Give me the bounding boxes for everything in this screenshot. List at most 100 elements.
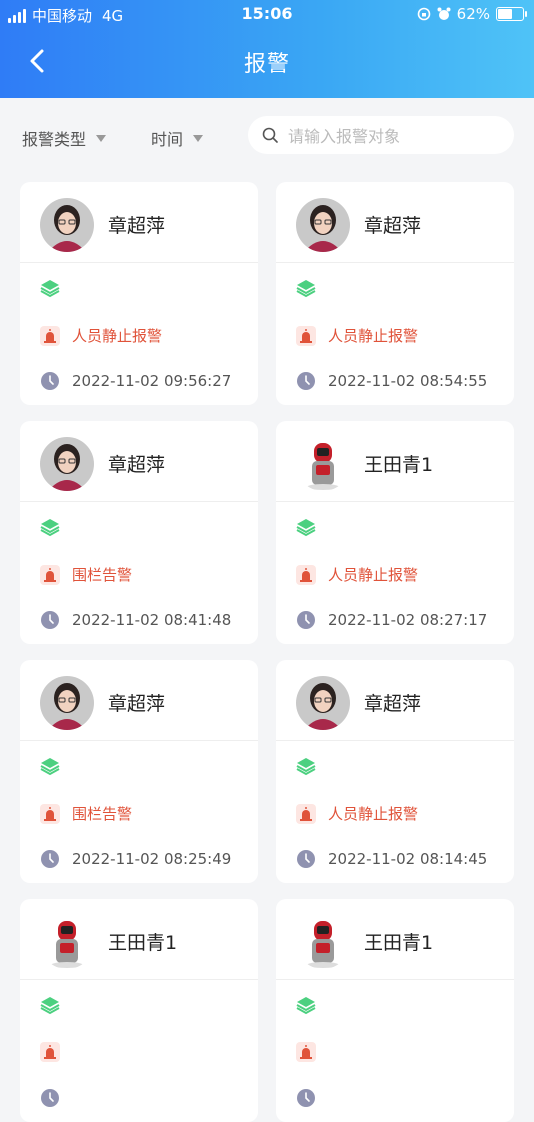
alarm-time: 2022-11-02 08:25:49: [72, 850, 232, 868]
battery-level: [498, 9, 512, 19]
battery-icon: [496, 7, 527, 21]
card-header: 章超萍: [20, 182, 258, 263]
card-header: 王田青1: [276, 899, 514, 980]
time-row: 2022-11-02 08:54:55: [296, 371, 487, 391]
alarm-type-label: 报警类型: [22, 130, 87, 149]
alarm-card[interactable]: 章超萍 围栏告警 2022-11-02 08:41:48: [20, 421, 258, 644]
alarm-siren-icon: [40, 803, 60, 824]
alarm-card[interactable]: 章超萍 人员静止报警 2022-11-02 08:54:55: [276, 182, 514, 405]
alarm-siren-icon: [296, 564, 316, 585]
layer-row: [296, 517, 316, 537]
alarm-card[interactable]: 章超萍 人员静止报警 2022-11-02 08:14:45: [276, 660, 514, 883]
robot-avatar: [296, 915, 350, 969]
header: 中国移动 4G 15:06 62% 报警: [0, 0, 534, 98]
person-name: 章超萍: [364, 215, 422, 237]
alarm-type: 围栏告警: [72, 805, 133, 823]
person-avatar: [296, 676, 350, 730]
card-header: 章超萍: [20, 660, 258, 741]
time-row: 2022-11-02 08:14:45: [296, 849, 487, 869]
alarm-type: 人员静止报警: [328, 566, 419, 584]
clock-icon: [297, 850, 315, 868]
clock-icon: [41, 611, 59, 629]
alarm-card[interactable]: 章超萍 人员静止报警 2022-11-02 09:56:27: [20, 182, 258, 405]
alarm-row: 人员静止报警: [40, 325, 162, 346]
battery-percent: 62%: [456, 5, 490, 23]
alarm-siren-icon: [296, 325, 316, 346]
layers-icon: [40, 997, 60, 1015]
status-right: 62%: [417, 5, 527, 23]
alarm-siren-icon: [296, 803, 316, 824]
robot-avatar: [296, 437, 350, 491]
page-title: 报警: [243, 52, 290, 77]
person-name: 章超萍: [108, 215, 166, 237]
person-name: 王田青1: [364, 454, 434, 476]
alarm-clock-icon: [437, 7, 451, 20]
alarm-row: 人员静止报警: [296, 564, 418, 585]
search-placeholder: 请输入报警对象: [288, 127, 401, 146]
caret-down-icon: [193, 134, 204, 142]
person-name: 章超萍: [108, 454, 166, 476]
clock-icon: [297, 1089, 315, 1107]
card-header: 章超萍: [276, 660, 514, 741]
caret-down-icon: [96, 134, 107, 142]
alarm-siren-icon: [40, 325, 60, 346]
layers-icon: [296, 997, 316, 1015]
time-row: [40, 1088, 72, 1108]
time-row: 2022-11-02 09:56:27: [40, 371, 231, 391]
alarm-row: 人员静止报警: [296, 325, 418, 346]
alarm-card[interactable]: 王田青1: [276, 899, 514, 1122]
clock-icon: [297, 611, 315, 629]
alarm-row: 围栏告警: [40, 564, 132, 585]
person-avatar: [40, 676, 94, 730]
alarm-card[interactable]: 王田青1 人员静止报警 2022-11-02 08:27:17: [276, 421, 514, 644]
layers-icon: [296, 519, 316, 537]
alarm-card[interactable]: 章超萍 围栏告警 2022-11-02 08:25:49: [20, 660, 258, 883]
search-icon: [262, 127, 278, 143]
person-avatar: [40, 198, 94, 252]
time-filter[interactable]: 时间: [151, 126, 204, 150]
alarm-type-filter[interactable]: 报警类型: [22, 126, 107, 150]
filter-bar: 报警类型 时间 请输入报警对象: [0, 98, 534, 174]
card-header: 章超萍: [20, 421, 258, 502]
robot-avatar: [40, 915, 94, 969]
person-name: 章超萍: [108, 693, 166, 715]
layers-icon: [296, 758, 316, 776]
layer-row: [40, 756, 60, 776]
alarm-row: [40, 1042, 72, 1062]
alarm-type: 人员静止报警: [328, 327, 419, 345]
time-row: 2022-11-02 08:25:49: [40, 849, 231, 869]
alarm-type: 人员静止报警: [72, 327, 163, 345]
card-header: 王田青1: [276, 421, 514, 502]
person-name: 章超萍: [364, 693, 422, 715]
lock-rotation-icon: [417, 7, 430, 21]
card-header: 章超萍: [276, 182, 514, 263]
layer-row: [296, 278, 316, 298]
layer-row: [40, 517, 60, 537]
card-header: 王田青1: [20, 899, 258, 980]
alarm-row: 围栏告警: [40, 803, 132, 824]
alarm-time: 2022-11-02 08:41:48: [72, 611, 232, 629]
alarm-type: 人员静止报警: [328, 805, 419, 823]
person-name: 王田青1: [108, 932, 178, 954]
layers-icon: [296, 280, 316, 298]
alarm-siren-icon: [40, 1042, 60, 1062]
alarm-row: [296, 1042, 328, 1062]
alarm-siren-icon: [296, 1042, 316, 1062]
person-name: 王田青1: [364, 932, 434, 954]
alarm-time: 2022-11-02 08:27:17: [328, 611, 488, 629]
person-avatar: [40, 437, 94, 491]
layer-row: [40, 278, 60, 298]
clock-icon: [297, 372, 315, 390]
time-row: [296, 1088, 328, 1108]
alarm-card[interactable]: 王田青1: [20, 899, 258, 1122]
alarm-siren-icon: [40, 564, 60, 585]
alarm-time: 2022-11-02 08:54:55: [328, 372, 488, 390]
search-input[interactable]: 请输入报警对象: [248, 116, 514, 154]
layer-row: [296, 756, 316, 776]
layer-row: [40, 995, 60, 1015]
time-filter-label: 时间: [151, 130, 184, 149]
alarm-time: 2022-11-02 09:56:27: [72, 372, 232, 390]
time-row: 2022-11-02 08:41:48: [40, 610, 231, 630]
clock-icon: [41, 1089, 59, 1107]
person-avatar: [296, 198, 350, 252]
